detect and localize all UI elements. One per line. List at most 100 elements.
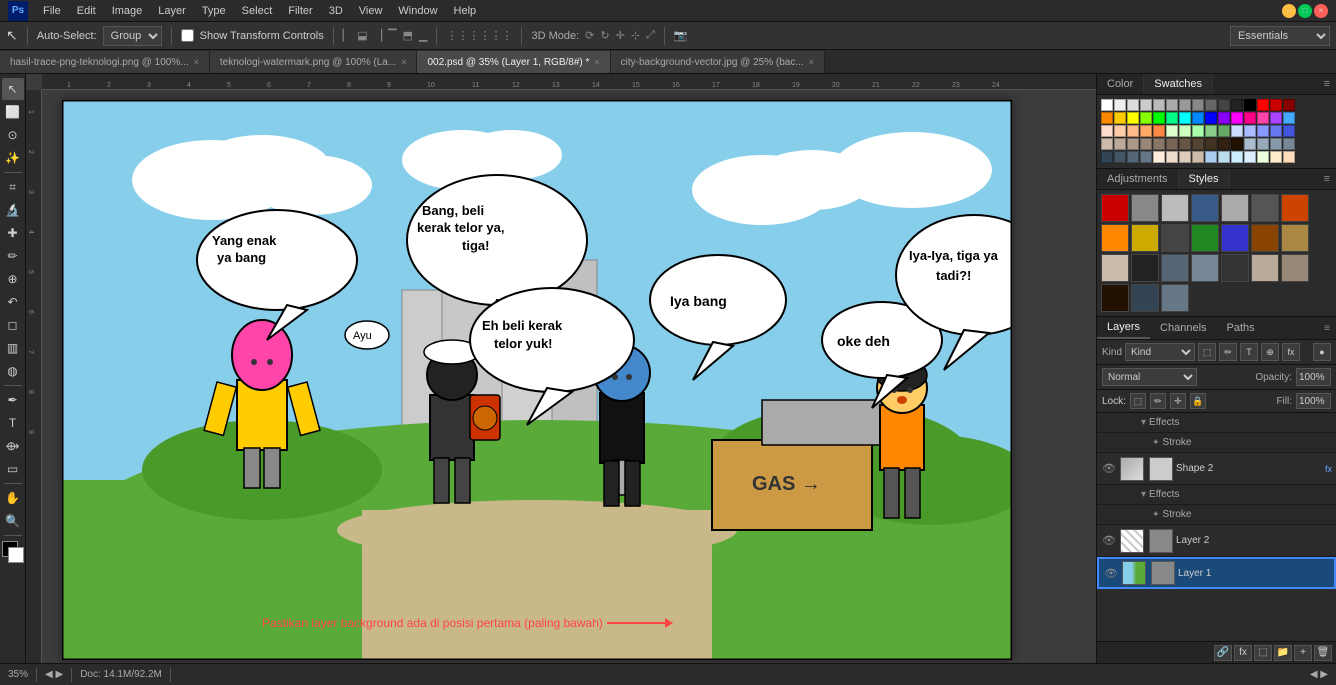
swatch[interactable]: [1101, 125, 1113, 137]
swatch[interactable]: [1166, 125, 1178, 137]
layer-new-btn[interactable]: +: [1294, 645, 1312, 661]
menu-window[interactable]: Window: [391, 3, 444, 19]
swatch[interactable]: [1257, 125, 1269, 137]
swatch[interactable]: [1270, 151, 1282, 163]
fill-input[interactable]: 100%: [1296, 393, 1331, 409]
swatch[interactable]: [1114, 99, 1126, 111]
workspace-dropdown[interactable]: Essentials: [1230, 26, 1330, 46]
tab-0[interactable]: hasil-trace-png-teknologi.png @ 100%... …: [0, 51, 210, 73]
swatch[interactable]: [1153, 138, 1165, 150]
swatch[interactable]: [1101, 112, 1113, 124]
swatch[interactable]: [1179, 99, 1191, 111]
shape-tool[interactable]: ▭: [2, 458, 24, 480]
swatch[interactable]: [1218, 112, 1230, 124]
align-left-icon[interactable]: ▏: [343, 29, 351, 42]
layer-kind-dropdown[interactable]: Kind: [1125, 343, 1195, 361]
lock-all-btn[interactable]: 🔒: [1190, 393, 1206, 409]
swatch[interactable]: [1283, 112, 1295, 124]
style-item[interactable]: [1281, 194, 1309, 222]
style-item[interactable]: [1101, 284, 1129, 312]
camera-icon[interactable]: 📷: [674, 29, 688, 42]
layers-tab[interactable]: Layers: [1097, 317, 1150, 339]
swatches-tab[interactable]: Swatches: [1144, 74, 1213, 94]
swatch[interactable]: [1231, 112, 1243, 124]
style-item[interactable]: [1281, 254, 1309, 282]
maximize-button[interactable]: □: [1298, 4, 1312, 18]
align-bottom-icon[interactable]: ▁: [419, 29, 427, 42]
menu-type[interactable]: Type: [195, 3, 233, 19]
swatch[interactable]: [1127, 151, 1139, 163]
swatch[interactable]: [1231, 125, 1243, 137]
swatch[interactable]: [1166, 99, 1178, 111]
swatch[interactable]: [1231, 151, 1243, 163]
swatch[interactable]: [1244, 138, 1256, 150]
swatch[interactable]: [1257, 138, 1269, 150]
swatch[interactable]: [1244, 151, 1256, 163]
layers-panel-options[interactable]: ≡: [1318, 319, 1336, 338]
styles-panel-options[interactable]: ≡: [1318, 169, 1336, 189]
swatch[interactable]: [1179, 125, 1191, 137]
swatch[interactable]: [1127, 125, 1139, 137]
menu-help[interactable]: Help: [447, 3, 484, 19]
layer-group-btn[interactable]: 📁: [1274, 645, 1292, 661]
swatch[interactable]: [1244, 112, 1256, 124]
lock-position-btn[interactable]: ✛: [1170, 393, 1186, 409]
swatch[interactable]: [1179, 151, 1191, 163]
align-right-icon[interactable]: ▕: [374, 29, 382, 42]
layer-filter-toggle[interactable]: ●: [1313, 343, 1331, 361]
swatch[interactable]: [1231, 99, 1243, 111]
style-item[interactable]: [1251, 194, 1279, 222]
style-item[interactable]: [1131, 284, 1159, 312]
hand-tool[interactable]: ✋: [2, 487, 24, 509]
layer-link-btn[interactable]: 🔗: [1214, 645, 1232, 661]
crop-tool[interactable]: ⌗: [2, 176, 24, 198]
style-item[interactable]: [1101, 194, 1129, 222]
3d-roll-icon[interactable]: ↻: [600, 29, 609, 42]
close-button[interactable]: ×: [1314, 4, 1328, 18]
channels-tab[interactable]: Channels: [1150, 318, 1216, 338]
style-item[interactable]: [1131, 224, 1159, 252]
lasso-tool[interactable]: ⊙: [2, 124, 24, 146]
swatch[interactable]: [1283, 138, 1295, 150]
swatch[interactable]: [1205, 112, 1217, 124]
swatch[interactable]: [1283, 99, 1295, 111]
menu-3d[interactable]: 3D: [322, 3, 350, 19]
color-panel-options[interactable]: ≡: [1318, 74, 1336, 94]
menu-view[interactable]: View: [352, 3, 390, 19]
type-tool[interactable]: T: [2, 412, 24, 434]
blur-tool[interactable]: ◍: [2, 360, 24, 382]
style-item[interactable]: [1161, 254, 1189, 282]
layer-filter-icon5[interactable]: fx: [1282, 343, 1300, 361]
swatch[interactable]: [1192, 99, 1204, 111]
layer-filter-icon2[interactable]: ✏: [1219, 343, 1237, 361]
clone-tool[interactable]: ⊕: [2, 268, 24, 290]
color-tab[interactable]: Color: [1097, 74, 1144, 94]
paths-tab[interactable]: Paths: [1217, 318, 1265, 338]
tab-3-close[interactable]: ×: [809, 57, 814, 67]
swatch[interactable]: [1244, 99, 1256, 111]
style-item[interactable]: [1251, 254, 1279, 282]
style-item[interactable]: [1161, 284, 1189, 312]
style-item[interactable]: [1191, 194, 1219, 222]
swatch[interactable]: [1270, 112, 1282, 124]
swatch[interactable]: [1166, 138, 1178, 150]
swatch[interactable]: [1192, 151, 1204, 163]
swatch[interactable]: [1270, 138, 1282, 150]
menu-filter[interactable]: Filter: [281, 3, 319, 19]
swatch[interactable]: [1127, 112, 1139, 124]
spot-heal-tool[interactable]: ✚: [2, 222, 24, 244]
swatch[interactable]: [1192, 112, 1204, 124]
menu-select[interactable]: Select: [235, 3, 280, 19]
show-transform-checkbox[interactable]: [181, 29, 194, 42]
swatch[interactable]: [1127, 99, 1139, 111]
swatch[interactable]: [1205, 99, 1217, 111]
foreground-color[interactable]: [2, 541, 24, 563]
swatch[interactable]: [1257, 99, 1269, 111]
swatch[interactable]: [1218, 151, 1230, 163]
minimize-button[interactable]: –: [1282, 4, 1296, 18]
style-item[interactable]: [1191, 224, 1219, 252]
3d-rotate-icon[interactable]: ⟳: [585, 29, 594, 42]
3d-slide-icon[interactable]: ⊹: [631, 29, 640, 42]
swatch[interactable]: [1101, 138, 1113, 150]
shape2-fx[interactable]: fx: [1325, 464, 1332, 474]
